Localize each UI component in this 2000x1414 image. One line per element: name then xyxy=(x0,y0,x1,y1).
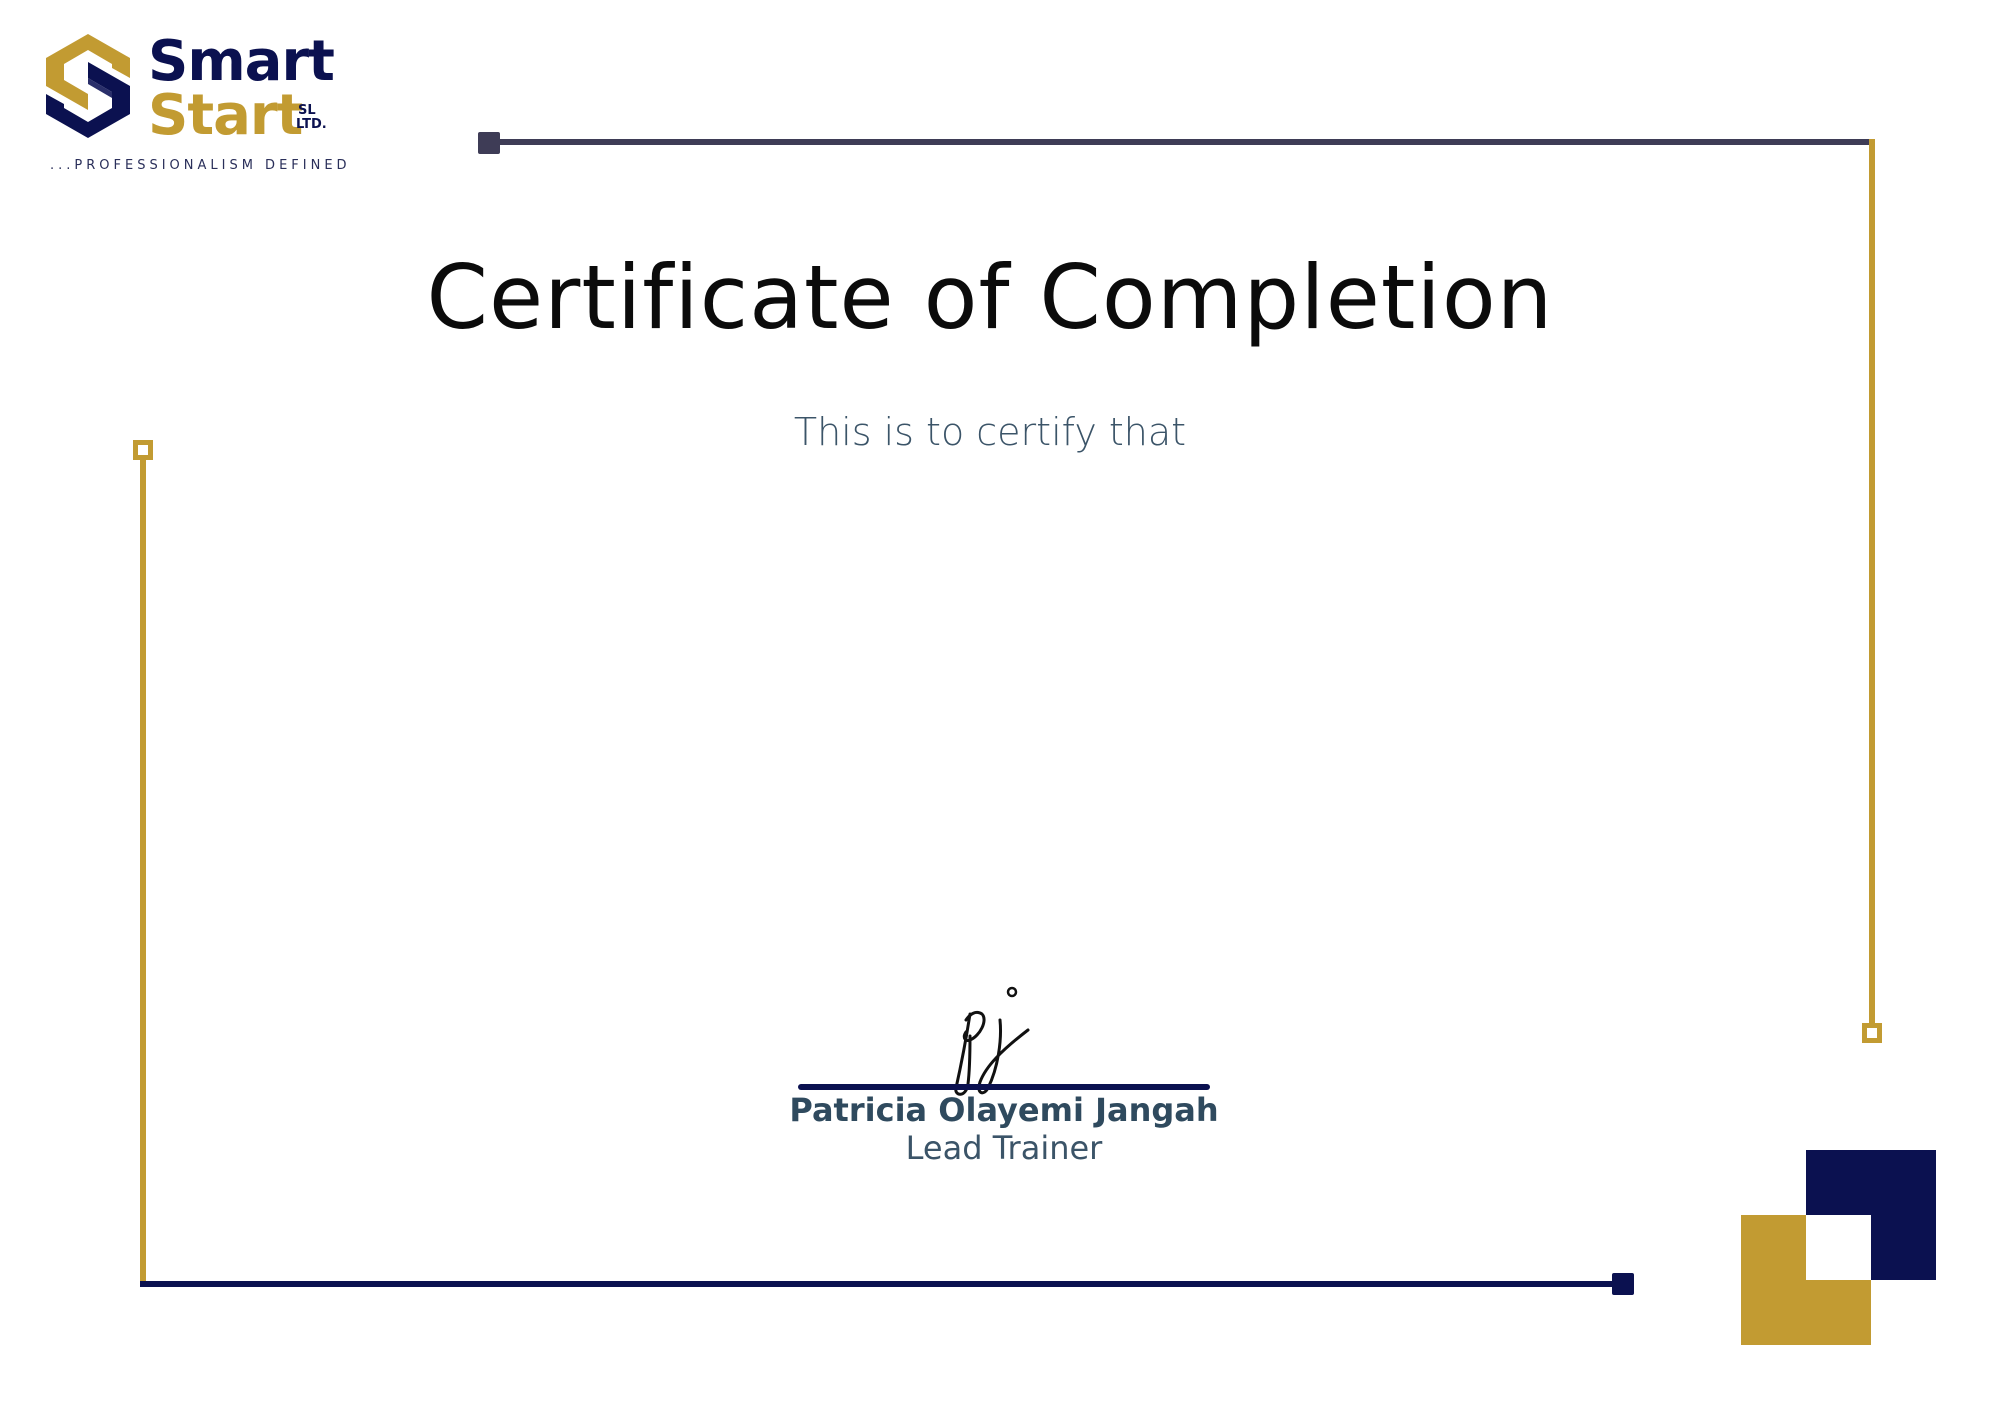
frame-top-line xyxy=(486,139,1872,145)
frame-bottom-square xyxy=(1612,1273,1634,1295)
logo-suffix-ltd: LTD. xyxy=(296,117,327,132)
logo-tagline: ...PROFESSIONALISM DEFINED xyxy=(50,158,351,173)
certificate-title: Certificate of Completion xyxy=(426,246,1554,349)
logo-suffix: SL LTD. xyxy=(296,104,327,132)
logo-text-start: Start xyxy=(148,83,303,148)
signature-image xyxy=(940,980,1060,1100)
logo-mark xyxy=(42,32,134,140)
frame-bottom-line xyxy=(140,1281,1626,1287)
frame-top-square xyxy=(478,132,500,154)
signatory-role: Lead Trainer xyxy=(905,1129,1103,1167)
logo-text-smart: Smart xyxy=(148,29,335,94)
frame-right-square xyxy=(1862,1023,1882,1043)
logo-suffix-sl: SL xyxy=(298,103,316,118)
certificate-intro: This is to certify that xyxy=(793,410,1187,454)
corner-block-white xyxy=(1806,1215,1871,1280)
signatory-name: Patricia Olayemi Jangah xyxy=(789,1091,1219,1129)
